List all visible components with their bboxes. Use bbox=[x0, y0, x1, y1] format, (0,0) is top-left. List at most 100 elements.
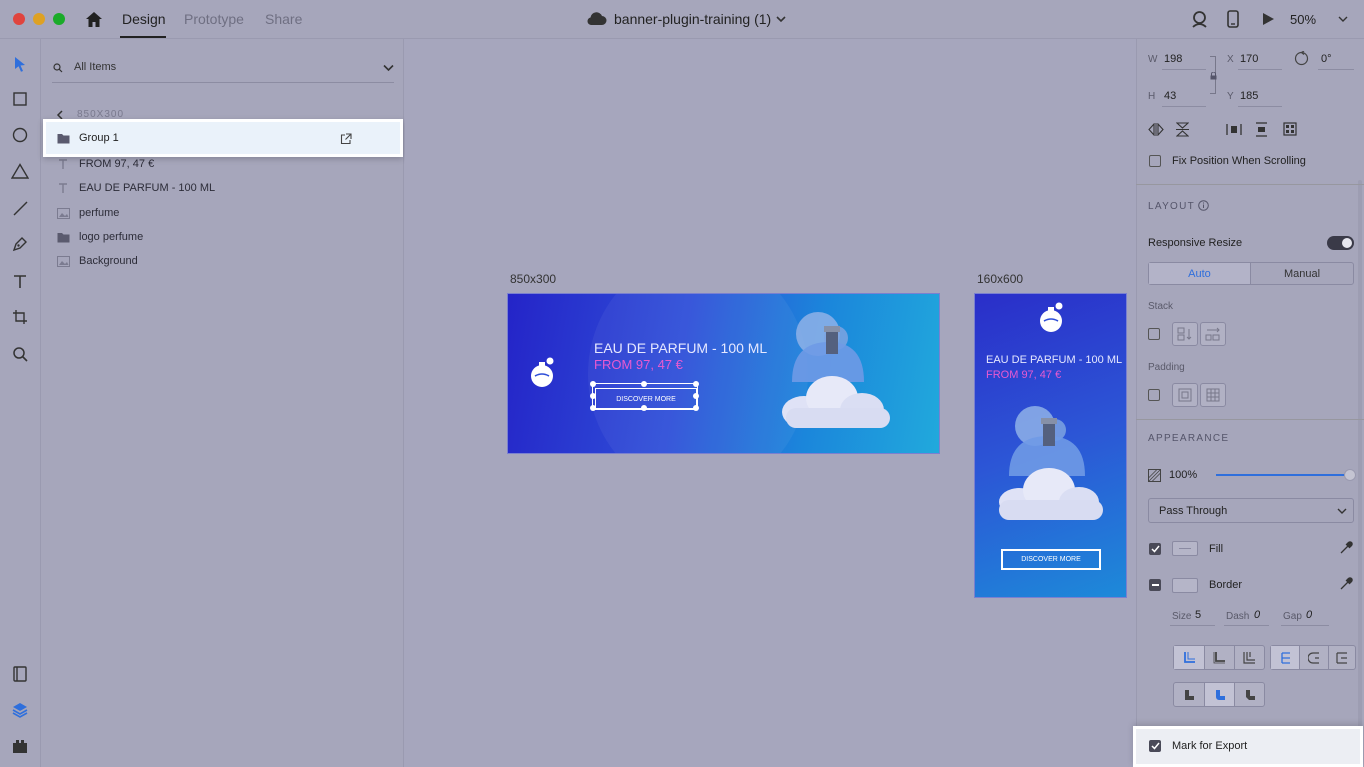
layer-row-selected[interactable]: Group 1 bbox=[43, 119, 403, 157]
border-size-field[interactable]: 5 bbox=[1195, 609, 1201, 621]
artboard-label[interactable]: 850x300 bbox=[510, 272, 556, 286]
selection-handle[interactable] bbox=[693, 381, 699, 387]
rectangle-icon[interactable] bbox=[10, 89, 30, 109]
auto-tab[interactable]: Auto bbox=[1149, 263, 1251, 284]
zoom-level[interactable]: 50% bbox=[1290, 12, 1316, 27]
distribute-spacing-icon[interactable] bbox=[1283, 122, 1297, 139]
fill-checkbox[interactable] bbox=[1149, 543, 1161, 555]
user-icon[interactable] bbox=[1191, 11, 1208, 31]
selection-handle[interactable] bbox=[590, 393, 596, 399]
selection-handle[interactable] bbox=[641, 381, 647, 387]
zoom-window-button[interactable] bbox=[53, 13, 65, 25]
banner-price[interactable]: FROM 97, 47 € bbox=[594, 357, 683, 372]
border-swatch[interactable] bbox=[1172, 578, 1198, 593]
cap-butt-icon[interactable] bbox=[1271, 646, 1300, 669]
layer-row[interactable]: perfume bbox=[52, 202, 392, 224]
polygon-icon[interactable] bbox=[10, 161, 30, 181]
zoom-chevron-icon[interactable] bbox=[1338, 14, 1348, 26]
select-icon[interactable] bbox=[10, 54, 30, 74]
tab-prototype[interactable]: Prototype bbox=[184, 11, 244, 27]
selection-handle[interactable] bbox=[590, 405, 596, 411]
distribute-vertical-icon[interactable] bbox=[1255, 122, 1268, 140]
layer-row[interactable]: EAU DE PARFUM - 100 ML bbox=[52, 177, 392, 199]
opacity-slider-thumb[interactable] bbox=[1344, 469, 1356, 481]
join-bevel-icon[interactable] bbox=[1234, 683, 1264, 706]
x-field[interactable]: 170 bbox=[1240, 53, 1258, 65]
blend-mode-select[interactable]: Pass Through bbox=[1148, 498, 1354, 523]
layer-filter-select[interactable]: All Items bbox=[74, 61, 116, 73]
padding-checkbox[interactable] bbox=[1148, 389, 1160, 401]
fill-swatch[interactable] bbox=[1172, 541, 1198, 556]
home-icon[interactable] bbox=[85, 11, 103, 31]
responsive-resize-toggle[interactable] bbox=[1327, 236, 1354, 250]
zoom-icon[interactable] bbox=[10, 344, 30, 364]
chevron-down-icon[interactable] bbox=[383, 63, 394, 75]
mark-for-export-checkbox[interactable] bbox=[1149, 740, 1161, 752]
perfume-image[interactable] bbox=[774, 312, 894, 437]
eyedropper-icon[interactable] bbox=[1339, 577, 1353, 594]
artboard-icon[interactable] bbox=[10, 307, 30, 327]
info-icon[interactable] bbox=[1198, 200, 1209, 214]
border-center-icon[interactable] bbox=[1204, 646, 1234, 669]
stack-horizontal-button[interactable] bbox=[1200, 322, 1226, 346]
padding-individual-button[interactable] bbox=[1200, 383, 1226, 407]
discover-more-button[interactable]: DISCOVER MORE bbox=[1001, 549, 1101, 570]
layers-icon[interactable] bbox=[10, 700, 30, 720]
artboard-160x600[interactable]: EAU DE PARFUM - 100 ML FROM 97, 47 € DIS… bbox=[974, 293, 1127, 598]
banner-heading[interactable]: EAU DE PARFUM - 100 ML bbox=[594, 340, 767, 356]
y-field[interactable]: 185 bbox=[1240, 90, 1258, 102]
play-icon[interactable] bbox=[1261, 12, 1275, 29]
fix-position-checkbox[interactable] bbox=[1149, 155, 1161, 167]
chevron-down-icon[interactable] bbox=[776, 14, 786, 26]
cap-round-icon[interactable] bbox=[1299, 646, 1327, 669]
banner-price[interactable]: FROM 97, 47 € bbox=[986, 369, 1061, 381]
pen-icon[interactable] bbox=[10, 234, 30, 254]
distribute-horizontal-icon[interactable] bbox=[1226, 123, 1242, 139]
join-round-icon[interactable] bbox=[1204, 683, 1234, 706]
ellipse-icon[interactable] bbox=[10, 125, 30, 145]
width-field[interactable]: 198 bbox=[1164, 53, 1182, 65]
device-preview-icon[interactable] bbox=[1227, 10, 1239, 31]
gap-field[interactable]: 0 bbox=[1306, 609, 1312, 621]
artboard-label[interactable]: 160x600 bbox=[977, 272, 1023, 286]
inspector-scrollbar[interactable] bbox=[1358, 180, 1362, 740]
artboard-850x300[interactable]: EAU DE PARFUM - 100 ML FROM 97, 47 € DIS… bbox=[507, 293, 940, 454]
rotation-field[interactable]: 0° bbox=[1321, 53, 1332, 65]
flip-vertical-icon[interactable] bbox=[1175, 122, 1190, 140]
tab-share[interactable]: Share bbox=[265, 11, 302, 27]
border-outside-icon[interactable] bbox=[1234, 646, 1264, 669]
border-inside-icon[interactable] bbox=[1174, 646, 1204, 669]
banner-heading[interactable]: EAU DE PARFUM - 100 ML bbox=[986, 354, 1122, 366]
document-title[interactable]: banner-plugin-training (1) bbox=[614, 11, 771, 27]
stack-checkbox[interactable] bbox=[1148, 328, 1160, 340]
assets-icon[interactable] bbox=[10, 664, 30, 684]
perfume-image[interactable] bbox=[993, 406, 1111, 527]
opacity-field[interactable]: 100% bbox=[1169, 469, 1197, 481]
flip-horizontal-icon[interactable] bbox=[1148, 122, 1164, 139]
layer-row[interactable]: logo perfume bbox=[52, 226, 392, 248]
manual-tab[interactable]: Manual bbox=[1251, 263, 1353, 284]
join-miter-icon[interactable] bbox=[1174, 683, 1204, 706]
height-field[interactable]: 43 bbox=[1164, 90, 1176, 102]
text-icon[interactable] bbox=[10, 271, 30, 291]
cap-square-icon[interactable] bbox=[1327, 646, 1355, 669]
close-window-button[interactable] bbox=[13, 13, 25, 25]
mark-for-export-row[interactable]: Mark for Export bbox=[1133, 726, 1363, 767]
opacity-slider-track[interactable] bbox=[1216, 474, 1347, 476]
line-icon[interactable] bbox=[10, 198, 30, 218]
export-mark-icon[interactable] bbox=[340, 133, 352, 148]
selection-handle[interactable] bbox=[693, 393, 699, 399]
stack-vertical-button[interactable] bbox=[1172, 322, 1198, 346]
selection-handle[interactable] bbox=[590, 381, 596, 387]
tab-design[interactable]: Design bbox=[122, 11, 166, 27]
selection-handle[interactable] bbox=[641, 405, 647, 411]
eyedropper-icon[interactable] bbox=[1339, 541, 1353, 558]
selection-handle[interactable] bbox=[693, 405, 699, 411]
layer-row[interactable]: Background bbox=[52, 250, 392, 272]
lock-icon[interactable] bbox=[1210, 71, 1217, 83]
plugins-icon[interactable] bbox=[10, 736, 30, 756]
minimize-window-button[interactable] bbox=[33, 13, 45, 25]
padding-uniform-button[interactable] bbox=[1172, 383, 1198, 407]
dash-field[interactable]: 0 bbox=[1254, 609, 1260, 621]
border-checkbox[interactable] bbox=[1149, 579, 1161, 591]
